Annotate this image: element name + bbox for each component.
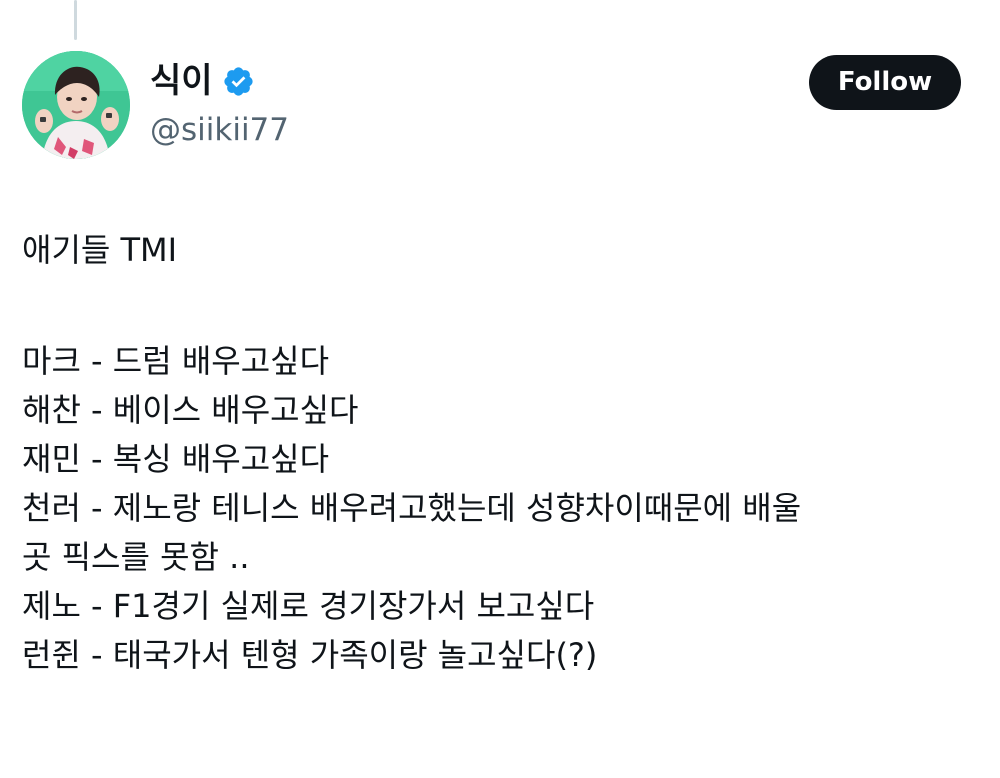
author-display-name[interactable]: 식이 xyxy=(150,58,213,104)
author-avatar[interactable] xyxy=(22,51,130,159)
author-handle[interactable]: @siikii77 xyxy=(150,110,289,150)
author-name-row: 식이 xyxy=(150,58,255,104)
tweet-text-line: 해찬 - 베이스 배우고싶다 xyxy=(22,391,359,429)
tweet-text: 애기들 TMI 마크 - 드럼 배우고싶다 해찬 - 베이스 배우고싶다 재민 … xyxy=(22,226,982,680)
tweet-text-line: 제노 - F1경기 실제로 경기장가서 보고싶다 xyxy=(22,587,595,625)
tweet-text-line: 재민 - 복싱 배우고싶다 xyxy=(22,440,330,478)
avatar-image xyxy=(22,51,130,159)
follow-button[interactable]: Follow xyxy=(809,55,961,110)
thread-connector-line xyxy=(74,0,77,40)
tweet-text-line: 마크 - 드럼 배우고싶다 xyxy=(22,342,330,380)
tweet-text-line: 곳 픽스를 못함 .. xyxy=(22,538,250,576)
tweet-text-line: 천러 - 제노랑 테니스 배우려고했는데 성향차이때문에 배울 xyxy=(22,489,802,527)
tweet-text-line-blank xyxy=(22,275,982,337)
verified-badge-icon xyxy=(222,65,255,98)
tweet-text-line: 애기들 TMI xyxy=(22,231,178,269)
tweet-text-line: 런쥔 - 태국가서 텐형 가족이랑 놀고싶다(?) xyxy=(22,636,598,674)
